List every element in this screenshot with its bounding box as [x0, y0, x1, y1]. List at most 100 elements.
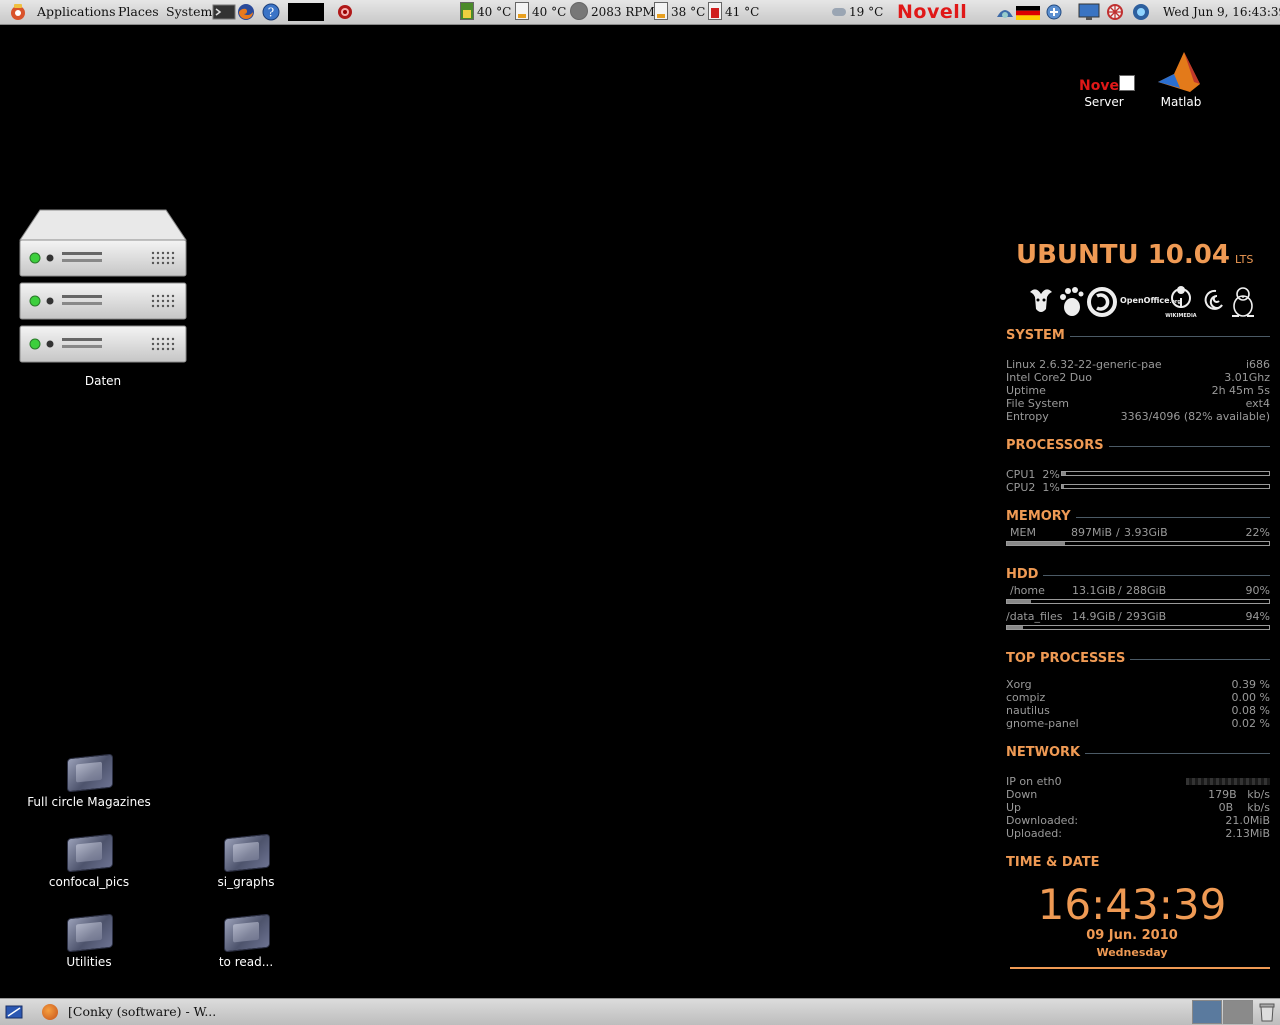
sensor-fan[interactable]: 2083 RPM [570, 0, 655, 24]
gnu-icon [1030, 289, 1052, 312]
home-usage-bar [1006, 599, 1270, 604]
weather-applet[interactable]: 19 °C [832, 0, 883, 24]
applications-menu[interactable]: Applications [37, 0, 116, 24]
display-icon[interactable] [1078, 3, 1100, 21]
disk-icon [515, 2, 529, 20]
keyboard-layout-flag-icon[interactable] [1016, 3, 1040, 21]
wikimedia-icon: WIKIMEDIA [1164, 286, 1198, 319]
screensaver-icon[interactable] [336, 3, 354, 21]
desktop-icon-matlab[interactable]: Matlab [1150, 48, 1212, 114]
network-row: Down 179B kb/s [1006, 788, 1270, 801]
system-row: Linux 2.6.32-22-generic-pae i686 [1006, 358, 1270, 371]
main-menu-icon[interactable] [9, 3, 27, 21]
desktop-icon-daten[interactable]: Daten [18, 208, 188, 393]
folder-icon [224, 913, 270, 953]
top-panel: Applications Places System ? 40 °C 40 °C… [0, 0, 1280, 25]
divider [1010, 967, 1270, 969]
bar-fill [1062, 485, 1065, 488]
show-desktop-icon[interactable] [4, 1002, 24, 1022]
battery-icon [708, 2, 722, 20]
divider [1085, 752, 1270, 754]
sensor-temp-4[interactable]: 41 °C [708, 0, 759, 24]
folder-icon [67, 833, 113, 873]
cpu-graph-applet[interactable] [288, 3, 324, 21]
bar-fill [1007, 626, 1023, 629]
firefox-icon [42, 1004, 58, 1020]
folder-icon [224, 833, 270, 873]
desktop-folder-to-read[interactable]: to read... [181, 912, 311, 972]
user-switcher-icon[interactable] [1132, 3, 1150, 21]
cpu1-usage-bar [1061, 471, 1270, 476]
section-header-time-date: TIME & DATE [1006, 854, 1100, 870]
panel-clock[interactable]: Wed Jun 9, 16:43:39 [1163, 0, 1280, 24]
network-row: IP on eth0 [1006, 775, 1270, 788]
desktop-folder-utilities[interactable]: Utilities [24, 912, 154, 972]
card-icon [654, 2, 668, 20]
workspace-1[interactable] [1192, 1000, 1222, 1024]
folder-icon [67, 753, 113, 793]
process-row: gnome-panel 0.02 % [1006, 717, 1270, 730]
novell-brand: Novell [897, 1, 968, 23]
bottom-panel: [Conky (software) - W... [0, 998, 1280, 1025]
sensor-temp-3[interactable]: 38 °C [654, 0, 705, 24]
network-row: Uploaded: 2.13MiB [1006, 827, 1270, 840]
firefox-icon[interactable] [237, 3, 255, 21]
network-row: Up 0B kb/s [1006, 801, 1270, 814]
desktop-icon-label: Server [1084, 95, 1124, 109]
terminal-icon[interactable] [212, 3, 236, 21]
section-header-top-processes: TOP PROCESSES [1006, 650, 1270, 666]
system-row: Entropy 3363/4096 (82% available) [1006, 410, 1270, 423]
copyleft-icon [1087, 287, 1117, 317]
memory-row: MEM 897MiB / 3.93GiB 22% [1010, 526, 1270, 539]
desktop-folder-confocal-pics[interactable]: confocal_pics [24, 832, 154, 892]
desktop-folder-full-circle[interactable]: Full circle Magazines [24, 752, 154, 812]
conky-date: 09 Jun. 2010 [1086, 928, 1178, 943]
svg-text:?: ? [268, 6, 274, 20]
help-icon[interactable]: ? [262, 3, 280, 21]
cpu2-usage-bar [1061, 484, 1270, 489]
data-files-usage-bar [1006, 625, 1270, 630]
desktop-icon-label: confocal_pics [48, 875, 130, 889]
sensor-temp-1[interactable]: 40 °C [460, 0, 511, 24]
taskbar-button-firefox[interactable]: [Conky (software) - W... [36, 1000, 356, 1024]
hdd-row: /home 13.1GiB / 288GiB 90% [1010, 584, 1270, 597]
workspace-2[interactable] [1223, 1000, 1253, 1024]
server-drive-icon [19, 209, 187, 363]
divider [1075, 516, 1270, 518]
thermometer-icon [460, 2, 474, 20]
process-row: Xorg 0.39 % [1006, 678, 1270, 691]
desktop-icon-novell-server[interactable]: Nove Server [1073, 70, 1135, 114]
divider [1108, 445, 1270, 447]
desktop-folder-si-graphs[interactable]: si_graphs [181, 832, 311, 892]
compiz-fusion-icon[interactable] [1104, 3, 1126, 21]
desktop-icon-label: si_graphs [217, 875, 275, 889]
divider [1130, 658, 1270, 660]
debian-icon [1204, 289, 1223, 310]
places-menu[interactable]: Places [118, 0, 159, 24]
process-row: compiz 0.00 % [1006, 691, 1270, 704]
divider [1043, 574, 1270, 576]
system-menu[interactable]: System [166, 0, 212, 24]
cloud-icon [832, 8, 846, 16]
section-header-hdd: HDD [1006, 566, 1270, 582]
system-row: File System ext4 [1006, 397, 1270, 410]
matlab-icon [1158, 52, 1200, 92]
update-notifier-icon[interactable] [1045, 3, 1063, 21]
bar-fill [1007, 600, 1031, 603]
gnome-icon [1060, 287, 1084, 316]
conky-title: UBUNTU 10.04 LTS [1016, 240, 1254, 270]
network-manager-icon[interactable] [995, 3, 1015, 21]
section-header-system: SYSTEM [1006, 327, 1270, 343]
divider [1069, 335, 1270, 337]
hdd-row: /data_files 14.9GiB / 293GiB 94% [1006, 610, 1270, 623]
tux-icon [1232, 287, 1254, 317]
trash-icon[interactable] [1256, 1001, 1278, 1023]
sensor-temp-2[interactable]: 40 °C [515, 0, 566, 24]
fan-icon [570, 2, 588, 20]
system-row: Intel Core2 Duo 3.01Ghz [1006, 371, 1270, 384]
desktop-icon-label: Daten [84, 374, 122, 388]
section-header-network: NETWORK [1006, 744, 1270, 760]
desktop-icon-label: to read... [218, 955, 274, 969]
desktop-icon-label: Matlab [1160, 95, 1202, 109]
redacted-ip [1186, 778, 1270, 785]
